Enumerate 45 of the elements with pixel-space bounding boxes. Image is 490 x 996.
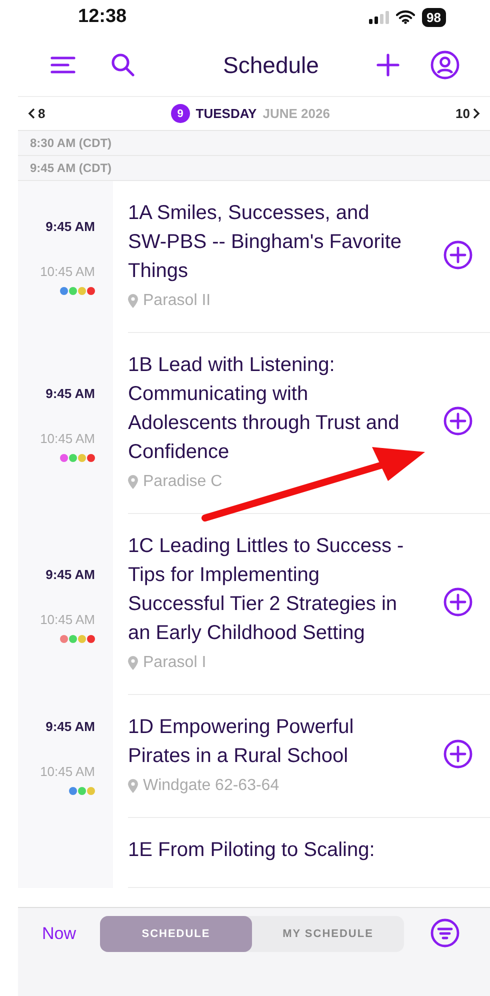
start-time: 9:45 AM [46, 219, 95, 234]
session-title[interactable]: 1C Leading Littles to Success - Tips for Implementing Successful Tier 2 Strategies in an Early Childhood Setting [128, 532, 410, 648]
add-session-button[interactable] [443, 587, 473, 617]
battery-level: 98 [422, 8, 446, 26]
start-time: 9:45 AM [46, 718, 95, 734]
end-time: 10:45 AM [40, 764, 95, 778]
menu-button[interactable] [50, 55, 76, 75]
month-year-label: JUNE 2026 [262, 106, 330, 121]
location-pin-icon [128, 294, 138, 308]
session-location: Paradise C [143, 473, 222, 491]
add-session-button[interactable] [443, 739, 473, 769]
session-title[interactable]: 1A Smiles, Successes, and SW-PBS -- Bingham's Favorite Things [128, 199, 410, 286]
chevron-right-icon [473, 108, 480, 119]
end-time: 10:45 AM [40, 612, 95, 626]
chevron-left-icon [28, 108, 35, 119]
time-section-header: 9:45 AM (CDT) [18, 156, 490, 181]
weekday-label: TUESDAY [196, 106, 257, 121]
add-session-button[interactable] [443, 406, 473, 436]
start-time: 9:45 AM [46, 386, 95, 400]
previous-day-button[interactable]: 8 [28, 106, 46, 121]
next-day-button[interactable]: 10 [456, 106, 480, 121]
session-location: Windgate 62-63-64 [143, 777, 280, 795]
location-pin-icon [128, 475, 138, 489]
wifi-icon [396, 10, 415, 24]
session-title[interactable]: 1D Empowering Powerful Pirates in a Rural School [128, 713, 410, 771]
end-time: 10:45 AM [40, 430, 95, 446]
start-time: 9:45 AM [46, 566, 95, 582]
filter-button[interactable] [430, 918, 460, 948]
end-time: 10:45 AM [40, 264, 95, 279]
status-time: 12:38 [78, 6, 127, 28]
time-section-header: 8:30 AM (CDT) [18, 131, 490, 156]
signal-icon [368, 10, 389, 24]
location-pin-icon [128, 779, 138, 793]
location-pin-icon [128, 656, 138, 670]
add-button[interactable] [376, 53, 400, 77]
add-session-button[interactable] [443, 240, 473, 270]
screen-title: Schedule [222, 52, 320, 78]
session-location: Parasol I [143, 654, 206, 672]
now-button[interactable]: Now [18, 916, 100, 952]
session-location: Parasol II [143, 292, 211, 310]
session-title[interactable]: 1E From Piloting to Scaling: [128, 836, 410, 865]
day-number-badge: 9 [170, 104, 190, 123]
session-title[interactable]: 1B Lead with Listening: Communicating with Adolescents through Trust and Confidence [128, 351, 410, 467]
search-button[interactable] [110, 52, 136, 78]
profile-button[interactable] [430, 50, 460, 80]
